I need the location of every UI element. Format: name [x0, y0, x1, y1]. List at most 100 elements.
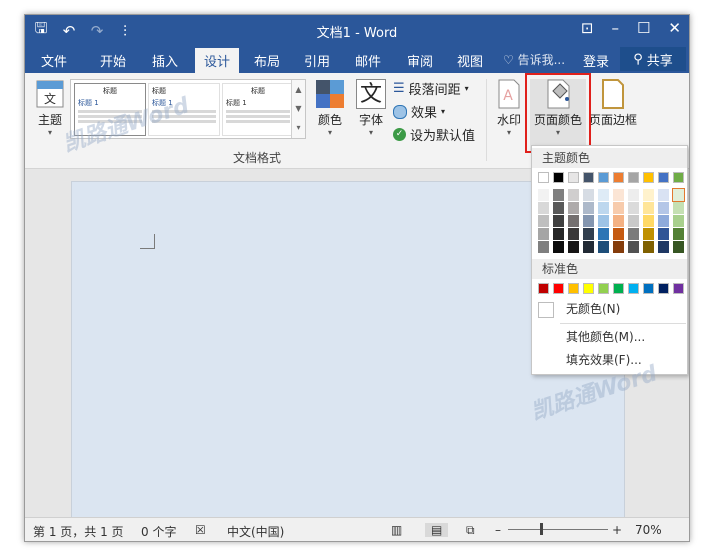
- more-colors-item[interactable]: 其他颜色(M)...: [532, 326, 687, 348]
- theme-shade-swatch[interactable]: [613, 202, 624, 214]
- maximize-button[interactable]: ☐: [637, 19, 650, 37]
- theme-button[interactable]: 文 主题 ▾: [32, 79, 68, 138]
- theme-shade-swatch[interactable]: [583, 202, 594, 214]
- theme-shade-swatch[interactable]: [643, 228, 654, 240]
- theme-shade-swatch[interactable]: [673, 241, 684, 253]
- theme-color-swatch[interactable]: [598, 172, 609, 183]
- style-thumb-1[interactable]: 标题 标题 1: [74, 83, 146, 136]
- tab-home[interactable]: 开始: [100, 51, 126, 70]
- theme-color-swatch[interactable]: [553, 172, 564, 183]
- theme-shade-swatch[interactable]: [673, 202, 684, 214]
- zoom-level[interactable]: 70%: [635, 523, 662, 537]
- standard-color-swatch[interactable]: [658, 283, 669, 294]
- theme-shade-swatch[interactable]: [658, 189, 669, 201]
- theme-shade-swatch[interactable]: [673, 228, 684, 240]
- theme-color-swatch[interactable]: [673, 172, 684, 183]
- fill-effects-item[interactable]: 填充效果(F)...: [532, 349, 687, 371]
- theme-color-swatch[interactable]: [628, 172, 639, 183]
- page-count[interactable]: 第 1 页，共 1 页: [33, 523, 124, 540]
- fonts-button[interactable]: 文 字体 ▾: [353, 79, 389, 138]
- print-layout-icon[interactable]: ▤: [425, 523, 449, 537]
- standard-color-swatch[interactable]: [538, 283, 549, 294]
- gallery-down-icon[interactable]: ▼: [292, 99, 305, 118]
- tab-design[interactable]: 设计: [195, 48, 240, 73]
- tab-references[interactable]: 引用: [304, 51, 330, 70]
- close-button[interactable]: ✕: [668, 19, 681, 37]
- theme-shade-swatch[interactable]: [658, 241, 669, 253]
- theme-shade-swatch[interactable]: [613, 215, 624, 227]
- theme-shade-swatch[interactable]: [658, 215, 669, 227]
- theme-shade-swatch[interactable]: [583, 189, 594, 201]
- theme-shade-swatch[interactable]: [673, 215, 684, 227]
- theme-shade-swatch[interactable]: [598, 215, 609, 227]
- theme-shade-swatch[interactable]: [583, 228, 594, 240]
- style-thumb-2[interactable]: 标题 标题 1: [148, 83, 220, 136]
- theme-shade-swatch[interactable]: [628, 215, 639, 227]
- minimize-button[interactable]: –: [611, 19, 619, 37]
- theme-shade-swatch[interactable]: [643, 241, 654, 253]
- tab-mailings[interactable]: 邮件: [355, 51, 381, 70]
- theme-shade-swatch[interactable]: [568, 228, 579, 240]
- theme-shade-swatch[interactable]: [538, 202, 549, 214]
- theme-shade-swatch[interactable]: [538, 241, 549, 253]
- theme-shade-swatch[interactable]: [553, 228, 564, 240]
- theme-shade-swatch[interactable]: [613, 189, 624, 201]
- tab-view[interactable]: 视图: [457, 51, 483, 70]
- standard-color-swatch[interactable]: [628, 283, 639, 294]
- theme-shade-swatch[interactable]: [553, 189, 564, 201]
- theme-shade-swatch[interactable]: [628, 228, 639, 240]
- theme-shade-swatch[interactable]: [568, 202, 579, 214]
- effects-button[interactable]: 效果 ▾: [393, 102, 445, 121]
- theme-shade-swatch[interactable]: [538, 215, 549, 227]
- theme-shade-swatch[interactable]: [583, 241, 594, 253]
- standard-color-swatch[interactable]: [553, 283, 564, 294]
- theme-shade-swatch[interactable]: [643, 189, 654, 201]
- paragraph-spacing-button[interactable]: ☰ 段落间距 ▾: [393, 79, 469, 98]
- read-mode-icon[interactable]: ▥: [391, 523, 402, 537]
- theme-shade-swatch[interactable]: [628, 189, 639, 201]
- theme-shade-swatch[interactable]: [598, 202, 609, 214]
- watermark-button[interactable]: A 水印 ▾: [493, 79, 525, 138]
- word-count[interactable]: 0 个字: [141, 523, 176, 540]
- theme-shade-swatch[interactable]: [553, 202, 564, 214]
- zoom-out-button[interactable]: –: [495, 523, 501, 537]
- theme-shade-swatch[interactable]: [658, 202, 669, 214]
- standard-color-swatch[interactable]: [613, 283, 624, 294]
- theme-shade-swatch[interactable]: [538, 189, 549, 201]
- gallery-more-icon[interactable]: ▾: [292, 118, 305, 137]
- ribbon-display-icon[interactable]: ⊡: [581, 19, 594, 37]
- proofing-icon[interactable]: ☒: [195, 523, 206, 537]
- page-borders-button[interactable]: 页面边框: [587, 79, 639, 128]
- tab-file[interactable]: 文件: [41, 51, 67, 70]
- theme-shade-swatch[interactable]: [598, 241, 609, 253]
- theme-color-swatch[interactable]: [658, 172, 669, 183]
- theme-shade-swatch[interactable]: [598, 228, 609, 240]
- theme-shade-swatch[interactable]: [672, 188, 685, 202]
- theme-color-swatch[interactable]: [538, 172, 549, 183]
- theme-shade-swatch[interactable]: [553, 215, 564, 227]
- no-color-item[interactable]: 无颜色(N): [532, 298, 687, 320]
- standard-color-swatch[interactable]: [673, 283, 684, 294]
- standard-color-swatch[interactable]: [583, 283, 594, 294]
- theme-shade-swatch[interactable]: [568, 189, 579, 201]
- theme-color-swatch[interactable]: [613, 172, 624, 183]
- standard-color-swatch[interactable]: [643, 283, 654, 294]
- standard-color-swatch[interactable]: [568, 283, 579, 294]
- colors-button[interactable]: 颜色 ▾: [312, 79, 348, 138]
- gallery-scroll[interactable]: ▲ ▼ ▾: [291, 80, 305, 138]
- zoom-slider[interactable]: [508, 529, 608, 530]
- standard-color-swatch[interactable]: [598, 283, 609, 294]
- theme-color-swatch[interactable]: [568, 172, 579, 183]
- theme-shade-swatch[interactable]: [553, 241, 564, 253]
- theme-shade-swatch[interactable]: [538, 228, 549, 240]
- zoom-slider-thumb[interactable]: [540, 523, 543, 535]
- zoom-in-button[interactable]: +: [612, 523, 622, 537]
- language-indicator[interactable]: 中文(中国): [227, 523, 284, 540]
- style-thumb-3[interactable]: 标题 标题 1: [222, 83, 294, 136]
- theme-shade-swatch[interactable]: [643, 202, 654, 214]
- tab-review[interactable]: 审阅: [407, 51, 433, 70]
- theme-shade-swatch[interactable]: [628, 241, 639, 253]
- theme-shade-swatch[interactable]: [613, 241, 624, 253]
- web-layout-icon[interactable]: ⧉: [466, 523, 475, 538]
- theme-shade-swatch[interactable]: [628, 202, 639, 214]
